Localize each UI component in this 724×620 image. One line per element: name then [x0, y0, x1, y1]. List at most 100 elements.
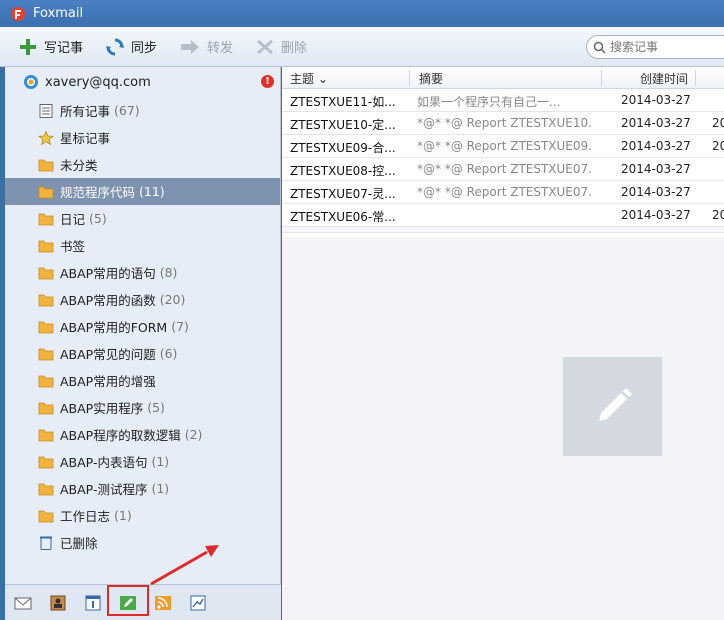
sidebar-item[interactable]: ABAP程序的取数逻辑 (2) — [5, 421, 280, 448]
plus-icon — [20, 38, 36, 55]
sidebar-item[interactable]: ABAP-内表语句 (1) — [5, 448, 280, 475]
title-bar: Foxmail — [0, 0, 724, 27]
cell-extra: 20 — [712, 139, 724, 153]
sidebar-item-label: ABAP常用的函数 — [60, 293, 156, 308]
cell-summary: *@* *@ Report ZTESTXUE07... — [417, 162, 592, 176]
sidebar-item-label: 星标记事 — [60, 131, 111, 146]
sidebar-item[interactable]: 日记 (5) — [5, 205, 280, 232]
sync-label: 同步 — [131, 41, 158, 56]
sidebar-item[interactable]: 书签 — [5, 232, 280, 259]
sidebar-item-label: ABAP常用的语句 — [60, 266, 156, 281]
preview-pane — [282, 237, 724, 620]
search-box[interactable] — [586, 35, 724, 59]
delete-x-icon — [257, 39, 274, 54]
sidebar-item-label: 未分类 — [60, 158, 98, 173]
forward-button[interactable]: 转发 — [179, 37, 233, 56]
sidebar-item-count: (6) — [159, 346, 178, 361]
cell-date: 2014-03-27 — [621, 116, 691, 130]
table-row[interactable]: ZTESTXUE10-定... *@* *@ Report ZTESTXUE10.… — [282, 112, 724, 135]
sidebar-item[interactable]: 星标记事 — [5, 124, 280, 151]
sidebar-item-label: 工作日志 — [60, 509, 111, 524]
account-email: xavery@qq.com — [45, 74, 151, 90]
sidebar-item[interactable]: ABAP常用的函数 (20) — [5, 286, 280, 313]
sidebar-item[interactable]: ABAP常用的FORM (7) — [5, 313, 280, 340]
sidebar-item-count: (7) — [171, 319, 189, 334]
folder-icon — [38, 374, 60, 388]
alert-badge: ! — [261, 75, 274, 88]
mail-icon[interactable] — [14, 595, 32, 611]
sort-chevron-icon: ⌄ — [317, 72, 328, 86]
sidebar-item[interactable]: ABAP常用的语句 (8) — [5, 259, 280, 286]
cell-date: 2014-03-27 — [621, 208, 691, 222]
sidebar-item-count: (2) — [184, 427, 203, 442]
forward-label: 转发 — [207, 41, 234, 56]
annotation-arrow-icon — [150, 545, 219, 586]
sidebar-item-count: (1) — [114, 508, 132, 523]
cell-subject: ZTESTXUE06-常... — [290, 210, 396, 224]
table-row[interactable]: ZTESTXUE06-常... 2014-03-27 20 — [282, 204, 724, 227]
sidebar-item[interactable]: ABAP常见的问题 (6) — [5, 340, 280, 367]
sidebar-item[interactable]: 已删除 — [5, 529, 280, 556]
cell-subject: ZTESTXUE10-定... — [290, 118, 396, 132]
sidebar-item[interactable]: ABAP-测试程序 (1) — [5, 475, 280, 502]
cell-date: 2014-03-27 — [621, 139, 691, 153]
delete-label: 删除 — [281, 41, 308, 56]
folder-icon — [38, 293, 60, 307]
sidebar-item-label: ABAP常用的FORM — [60, 320, 168, 335]
sync-button[interactable]: 同步 — [105, 37, 157, 57]
sidebar-item-count: (1) — [151, 481, 170, 496]
header-subject[interactable]: 主题 ⌄ — [290, 70, 328, 87]
sidebar-item-count: (5) — [89, 211, 107, 226]
sidebar-item-count: (1) — [151, 454, 170, 469]
folder-icon — [38, 239, 60, 253]
table-row[interactable]: ZTESTXUE11-如... 如果一个程序只有自己一... 2014-03-27 — [282, 89, 724, 112]
header-summary[interactable]: 摘要 — [419, 70, 443, 87]
sidebar: xavery@qq.com ! 所有记事 (67) 星标记事未分类规范程序代码 (11… — [5, 67, 281, 584]
table-row[interactable]: ZTESTXUE07-灵... *@* *@ Report ZTESTXUE07.… — [282, 181, 724, 204]
chart-icon[interactable] — [189, 595, 207, 611]
rss-icon[interactable] — [154, 595, 172, 611]
sidebar-item-count: (8) — [159, 265, 178, 280]
cell-summary: *@* *@ Report ZTESTXUE10... — [417, 116, 592, 130]
folder-icon — [38, 158, 60, 172]
folder-icon — [38, 428, 60, 442]
sidebar-item-count: (5) — [147, 400, 165, 415]
cell-extra: 20 — [712, 208, 724, 222]
table-row[interactable]: ZTESTXUE08-控... *@* *@ Report ZTESTXUE07.… — [282, 158, 724, 181]
folder-icon — [38, 482, 60, 496]
sidebar-item-label: 规范程序代码 — [60, 185, 136, 200]
account-icon — [24, 75, 38, 89]
search-icon — [593, 41, 606, 54]
table-row[interactable]: ZTESTXUE09-合... *@* *@ Report ZTESTXUE09.… — [282, 135, 724, 158]
calendar-icon[interactable] — [84, 595, 102, 611]
write-note-label: 写记事 — [44, 41, 84, 56]
sidebar-item[interactable]: 所有记事 (67) — [5, 97, 280, 124]
window-title: Foxmail — [33, 6, 84, 21]
sidebar-item[interactable]: 未分类 — [5, 151, 280, 178]
sidebar-item-count: (67) — [114, 103, 140, 118]
search-input[interactable] — [610, 40, 724, 54]
sidebar-item[interactable]: ABAP实用程序 (5) — [5, 394, 280, 421]
folder-icon — [38, 320, 60, 334]
cell-date: 2014-03-27 — [621, 185, 691, 199]
sync-icon — [106, 38, 125, 55]
write-note-button[interactable]: 写记事 — [18, 37, 83, 57]
foxmail-logo-icon — [11, 6, 25, 21]
sidebar-item-label: 日记 — [60, 212, 86, 227]
sidebar-item-count: (11) — [139, 184, 165, 199]
header-created[interactable]: 创建时间 — [640, 70, 688, 87]
cell-subject: ZTESTXUE08-控... — [290, 164, 396, 178]
sidebar-item[interactable]: 工作日志 (1) — [5, 502, 280, 529]
folder-icon — [38, 212, 60, 226]
sidebar-item-label: 已删除 — [60, 536, 98, 551]
account-row[interactable]: xavery@qq.com ! — [5, 67, 280, 97]
cell-date: 2014-03-27 — [621, 162, 691, 176]
contacts-icon[interactable] — [49, 595, 67, 611]
sidebar-item-label: ABAP-内表语句 — [60, 455, 148, 470]
sidebar-item[interactable]: 规范程序代码 (11) — [5, 178, 280, 205]
delete-button[interactable]: 删除 — [255, 37, 307, 56]
note-list-icon — [38, 103, 60, 118]
cell-date: 2014-03-27 — [621, 93, 691, 107]
folder-icon — [38, 401, 60, 415]
sidebar-item[interactable]: ABAP常用的增强 — [5, 367, 280, 394]
